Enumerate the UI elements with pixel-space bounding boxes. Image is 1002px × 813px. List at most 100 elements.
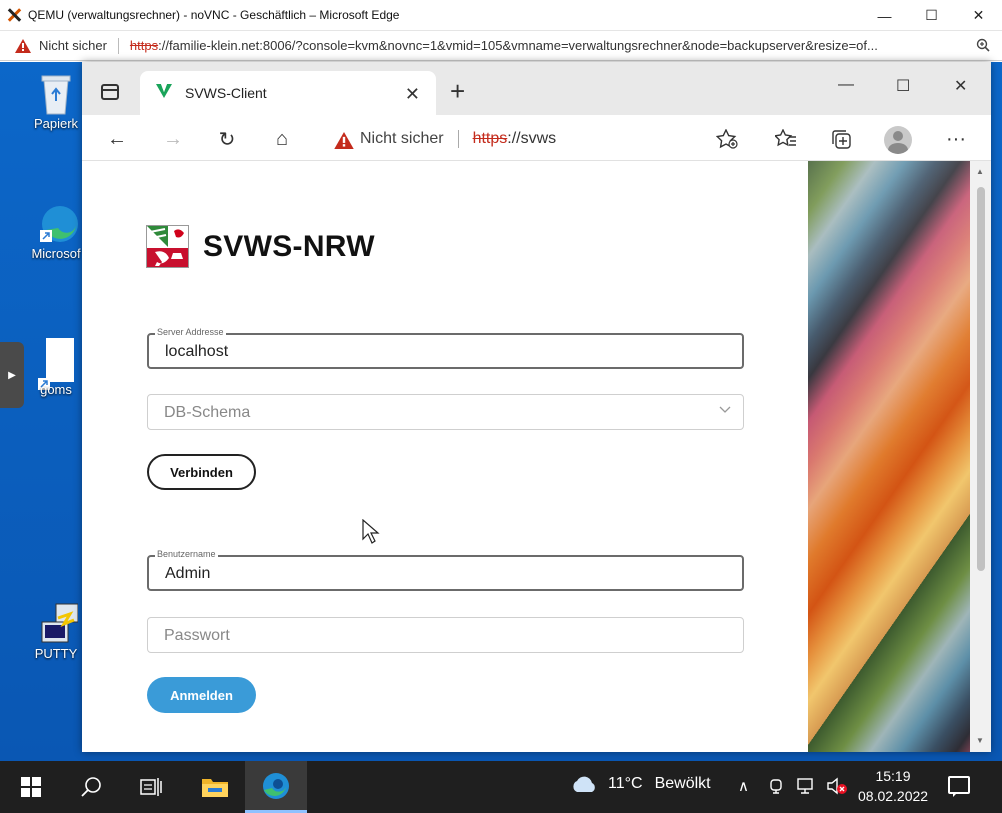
- tab-close-button[interactable]: ✕: [405, 84, 420, 105]
- mouse-cursor-icon: [362, 518, 380, 550]
- favorites-icon[interactable]: [772, 125, 800, 153]
- edge-minimize-button[interactable]: —: [838, 76, 854, 94]
- nrw-coat-of-arms-icon: [146, 225, 189, 268]
- host-url-text[interactable]: ://familie-klein.net:8006/?console=kvm&n…: [158, 38, 878, 53]
- warning-icon[interactable]: [15, 38, 31, 53]
- new-tab-button[interactable]: +: [450, 78, 465, 104]
- collections-icon[interactable]: [827, 125, 855, 153]
- brand-header: SVWS-NRW: [146, 225, 375, 268]
- brand-title: SVWS-NRW: [203, 229, 375, 263]
- task-view-button[interactable]: [120, 761, 182, 813]
- password-field[interactable]: Passwort: [147, 617, 744, 653]
- expand-arrow-icon: ▶: [8, 369, 16, 381]
- db-schema-select[interactable]: DB-Schema: [147, 394, 744, 430]
- desktop-icon-edge[interactable]: Microsof: [26, 202, 86, 261]
- server-address-field[interactable]: Server Addresse localhost: [147, 327, 744, 369]
- edge-taskbar-button[interactable]: [245, 761, 307, 813]
- desktop-icon-label: Microsof: [31, 246, 81, 261]
- host-window-title: QEMU (verwaltungsrechner) - noVNC - Gesc…: [28, 8, 400, 22]
- novnc-sidebar-handle[interactable]: ▶: [0, 342, 24, 408]
- taskbar: 11°C Bewölkt ∧ 15:19 08.02.2022: [0, 761, 1002, 813]
- edge-shortcut-icon: [38, 202, 78, 242]
- page-scrollbar[interactable]: ▲ ▼: [970, 161, 991, 752]
- host-url-scheme[interactable]: https: [130, 38, 158, 53]
- desktop-icon-goms[interactable]: goms: [26, 338, 86, 397]
- server-address-value[interactable]: localhost: [165, 343, 228, 361]
- qemu-app-icon: [7, 8, 21, 22]
- divider: [117, 37, 119, 54]
- add-favorite-icon[interactable]: [713, 125, 741, 153]
- back-button[interactable]: ←: [103, 125, 131, 153]
- decorative-colored-pencils-image: [808, 161, 970, 752]
- network-icon[interactable]: [796, 777, 816, 799]
- system-clock[interactable]: 15:19 08.02.2022: [858, 766, 928, 806]
- folder-icon: [202, 779, 228, 797]
- edge-close-button[interactable]: ✕: [954, 76, 967, 96]
- clock-time: 15:19: [875, 768, 911, 784]
- host-minimize-button[interactable]: —: [861, 0, 908, 31]
- scroll-up-icon[interactable]: ▲: [976, 167, 984, 176]
- file-shortcut-icon: [38, 338, 74, 390]
- desktop-icon-label: PUTTY: [34, 646, 78, 661]
- scrollbar-thumb[interactable]: [977, 187, 985, 571]
- password-placeholder: Passwort: [164, 627, 230, 644]
- host-maximize-button[interactable]: ☐: [908, 0, 955, 31]
- show-hidden-icons-button[interactable]: ∧: [738, 777, 749, 795]
- task-view-icon: [140, 778, 162, 796]
- profile-avatar[interactable]: [884, 126, 912, 154]
- more-menu-button[interactable]: ···: [942, 125, 970, 153]
- host-security-label[interactable]: Nicht sicher: [39, 38, 107, 53]
- meet-now-icon[interactable]: [768, 777, 784, 799]
- clock-date: 08.02.2022: [858, 788, 929, 804]
- notification-center-icon[interactable]: [948, 776, 970, 797]
- warning-icon[interactable]: [334, 132, 354, 149]
- username-value[interactable]: Admin: [165, 565, 210, 583]
- cloud-icon: [573, 776, 595, 792]
- login-button[interactable]: Anmelden: [147, 677, 256, 713]
- tab-svws-client[interactable]: SVWS-Client ✕: [140, 71, 436, 115]
- windows-logo-icon: [21, 777, 41, 797]
- edge-icon: [263, 772, 289, 799]
- desktop-icon-label: Papierk: [33, 116, 79, 131]
- weather-temperature: 11°C: [608, 775, 643, 792]
- weather-widget[interactable]: 11°C Bewölkt: [570, 775, 711, 793]
- edge-security-label[interactable]: Nicht sicher: [360, 130, 444, 148]
- reload-button[interactable]: ↻: [213, 125, 241, 153]
- recycle-bin-icon: [38, 72, 74, 115]
- edge-url-scheme[interactable]: https: [473, 130, 508, 148]
- home-button[interactable]: ⌂: [268, 125, 296, 153]
- scroll-down-icon[interactable]: ▼: [976, 736, 984, 745]
- volume-muted-icon[interactable]: [826, 777, 848, 799]
- page-content: SVWS-NRW Server Addresse localhost DB-Sc…: [82, 161, 991, 752]
- svws-favicon-icon: [156, 83, 172, 103]
- search-icon: [81, 777, 101, 797]
- zoom-icon[interactable]: [976, 38, 990, 55]
- forward-button[interactable]: →: [159, 125, 187, 153]
- tab-title: SVWS-Client: [185, 85, 267, 101]
- edge-maximize-button[interactable]: ☐: [896, 76, 910, 96]
- host-titlebar: QEMU (verwaltungsrechner) - noVNC - Gesc…: [0, 0, 1002, 31]
- username-label: Benutzername: [155, 549, 218, 559]
- search-button[interactable]: [61, 761, 123, 813]
- desktop-icon-label: goms: [40, 382, 72, 397]
- divider: [457, 130, 459, 148]
- edge-toolbar: ← → ↻ ⌂ Nicht sicher https ://svws ···: [82, 115, 991, 161]
- start-button[interactable]: [0, 761, 62, 813]
- connect-button[interactable]: Verbinden: [147, 454, 256, 490]
- desktop-icon-putty[interactable]: PUTTY: [26, 602, 86, 661]
- file-explorer-button[interactable]: [184, 761, 246, 813]
- host-window-controls: — ☐ ✕: [861, 0, 1002, 31]
- db-schema-placeholder: DB-Schema: [164, 404, 251, 421]
- desktop-icon-recycle-bin[interactable]: Papierk: [26, 72, 86, 131]
- server-address-label: Server Addresse: [155, 327, 226, 337]
- host-close-button[interactable]: ✕: [955, 0, 1002, 31]
- edge-tab-bar: SVWS-Client ✕ + — ☐ ✕: [82, 62, 991, 115]
- edge-url-text[interactable]: ://svws: [507, 130, 556, 148]
- edge-window: SVWS-Client ✕ + — ☐ ✕ ← → ↻ ⌂ Nicht sich…: [82, 62, 991, 752]
- edge-address-bar[interactable]: Nicht sicher https ://svws: [318, 121, 738, 157]
- host-address-bar[interactable]: Nicht sicher https ://familie-klein.net:…: [0, 31, 1002, 61]
- tab-actions-icon[interactable]: [101, 84, 119, 100]
- username-field[interactable]: Benutzername Admin: [147, 549, 744, 591]
- chevron-down-icon: [719, 405, 731, 417]
- weather-description: Bewölkt: [654, 775, 711, 792]
